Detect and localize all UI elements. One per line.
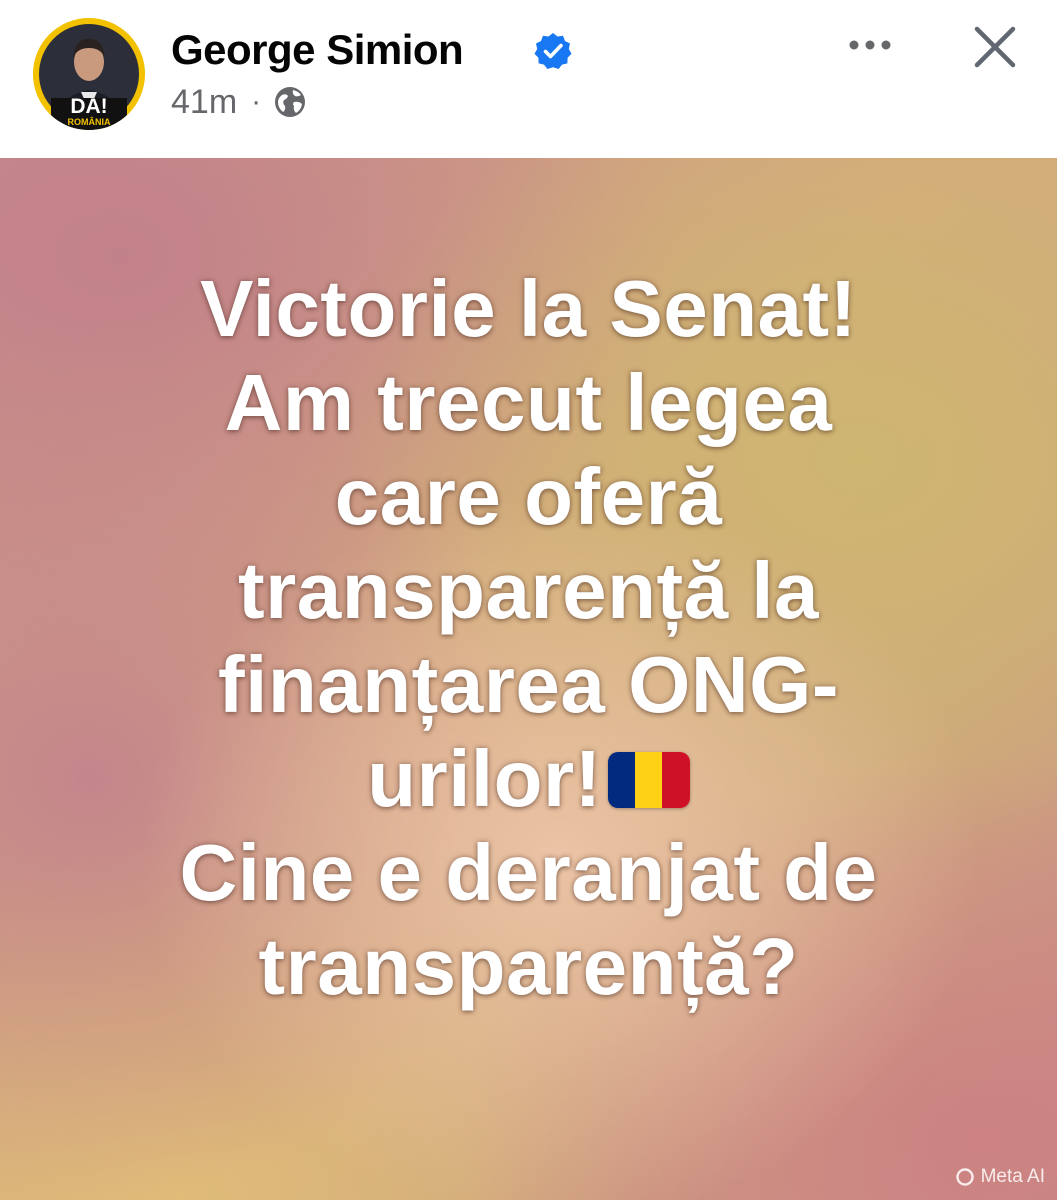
post-text-line: urilor! <box>367 734 602 823</box>
meta-separator: · <box>251 85 262 118</box>
post-text-line-with-flag: urilor! <box>0 732 1057 826</box>
facebook-post: DA! ROMÂNIA George Simion 41m · Victorie… <box>0 0 1057 1200</box>
post-text-line: transparență la <box>237 546 820 635</box>
avatar-badge: DA! <box>70 95 108 118</box>
meta-ai-ring-icon <box>955 1168 974 1186</box>
author-name[interactable]: George Simion <box>171 26 464 74</box>
close-icon[interactable] <box>972 24 1018 70</box>
post-timestamp[interactable]: 41m <box>171 83 237 122</box>
post-text-line: Cine e deranjat de <box>179 828 878 917</box>
avatar-subtitle: ROMÂNIA <box>67 117 111 127</box>
post-header: DA! ROMÂNIA George Simion 41m · <box>0 0 1057 158</box>
post-text-line: Am trecut legea <box>224 358 833 447</box>
meta-ai-watermark: Meta AI <box>955 1166 1045 1188</box>
post-text-line: Victorie la Senat! <box>200 264 857 353</box>
romania-flag-icon <box>607 752 690 808</box>
globe-icon[interactable] <box>273 85 307 119</box>
post-image[interactable]: Victorie la Senat! Am trecut legea care … <box>0 158 1057 1200</box>
meta-ai-label: Meta AI <box>980 1166 1045 1187</box>
post-meta: 41m · <box>171 82 307 122</box>
verified-badge-icon <box>534 33 572 69</box>
more-options-icon[interactable] <box>845 30 895 60</box>
post-text-line: care oferă <box>334 452 723 541</box>
post-text: Victorie la Senat! Am trecut legea care … <box>0 262 1057 1014</box>
post-text-line: finanțarea ONG- <box>218 640 839 729</box>
post-text-line: transparență? <box>258 922 799 1011</box>
author-avatar[interactable]: DA! ROMÂNIA <box>33 18 145 130</box>
